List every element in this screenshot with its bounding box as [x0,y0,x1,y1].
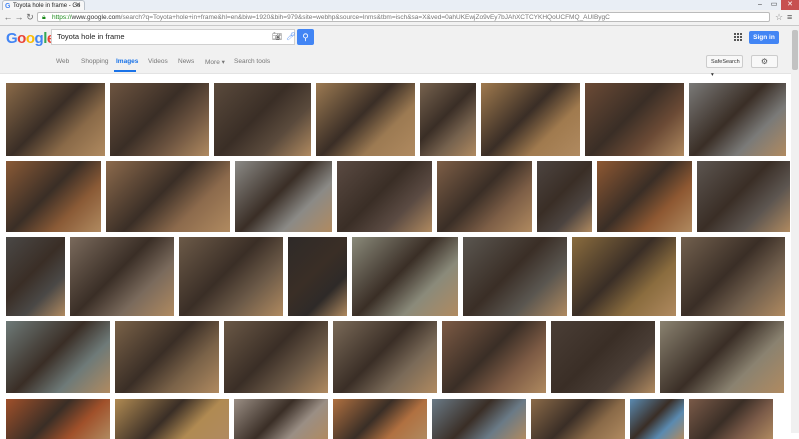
image-results-grid [0,0,791,439]
image-result-thumbnail[interactable] [288,237,347,316]
image-result-thumbnail[interactable] [70,237,174,316]
image-result-thumbnail[interactable] [442,321,546,393]
image-result-thumbnail[interactable] [697,161,790,232]
image-result-thumbnail[interactable] [437,161,532,232]
image-result-thumbnail[interactable] [115,399,229,439]
image-result-thumbnail[interactable] [352,237,458,316]
image-result-thumbnail[interactable] [224,321,328,393]
image-result-thumbnail[interactable] [531,399,625,439]
image-result-thumbnail[interactable] [420,83,476,156]
image-result-thumbnail[interactable] [481,83,580,156]
image-result-thumbnail[interactable] [597,161,692,232]
image-result-thumbnail[interactable] [6,399,110,439]
image-result-thumbnail[interactable] [551,321,655,393]
image-result-thumbnail[interactable] [235,161,332,232]
image-result-thumbnail[interactable] [234,399,328,439]
image-result-thumbnail[interactable] [572,237,676,316]
image-result-thumbnail[interactable] [660,321,784,393]
scrollbar-track[interactable] [791,26,799,433]
image-result-thumbnail[interactable] [585,83,684,156]
scrollbar-thumb[interactable] [792,30,798,70]
image-result-thumbnail[interactable] [333,321,437,393]
image-result-thumbnail[interactable] [681,237,785,316]
image-result-thumbnail[interactable] [179,237,283,316]
image-result-thumbnail[interactable] [6,83,105,156]
image-result-thumbnail[interactable] [689,399,773,439]
image-result-thumbnail[interactable] [432,399,526,439]
image-result-thumbnail[interactable] [463,237,567,316]
image-result-thumbnail[interactable] [115,321,219,393]
image-result-thumbnail[interactable] [6,161,101,232]
image-result-thumbnail[interactable] [316,83,415,156]
image-result-thumbnail[interactable] [6,321,110,393]
image-result-thumbnail[interactable] [106,161,230,232]
image-result-thumbnail[interactable] [537,161,592,232]
image-result-thumbnail[interactable] [6,237,65,316]
image-result-thumbnail[interactable] [214,83,311,156]
image-result-thumbnail[interactable] [689,83,786,156]
image-result-thumbnail[interactable] [337,161,432,232]
image-result-thumbnail[interactable] [110,83,209,156]
image-result-thumbnail[interactable] [630,399,684,439]
image-result-thumbnail[interactable] [333,399,427,439]
